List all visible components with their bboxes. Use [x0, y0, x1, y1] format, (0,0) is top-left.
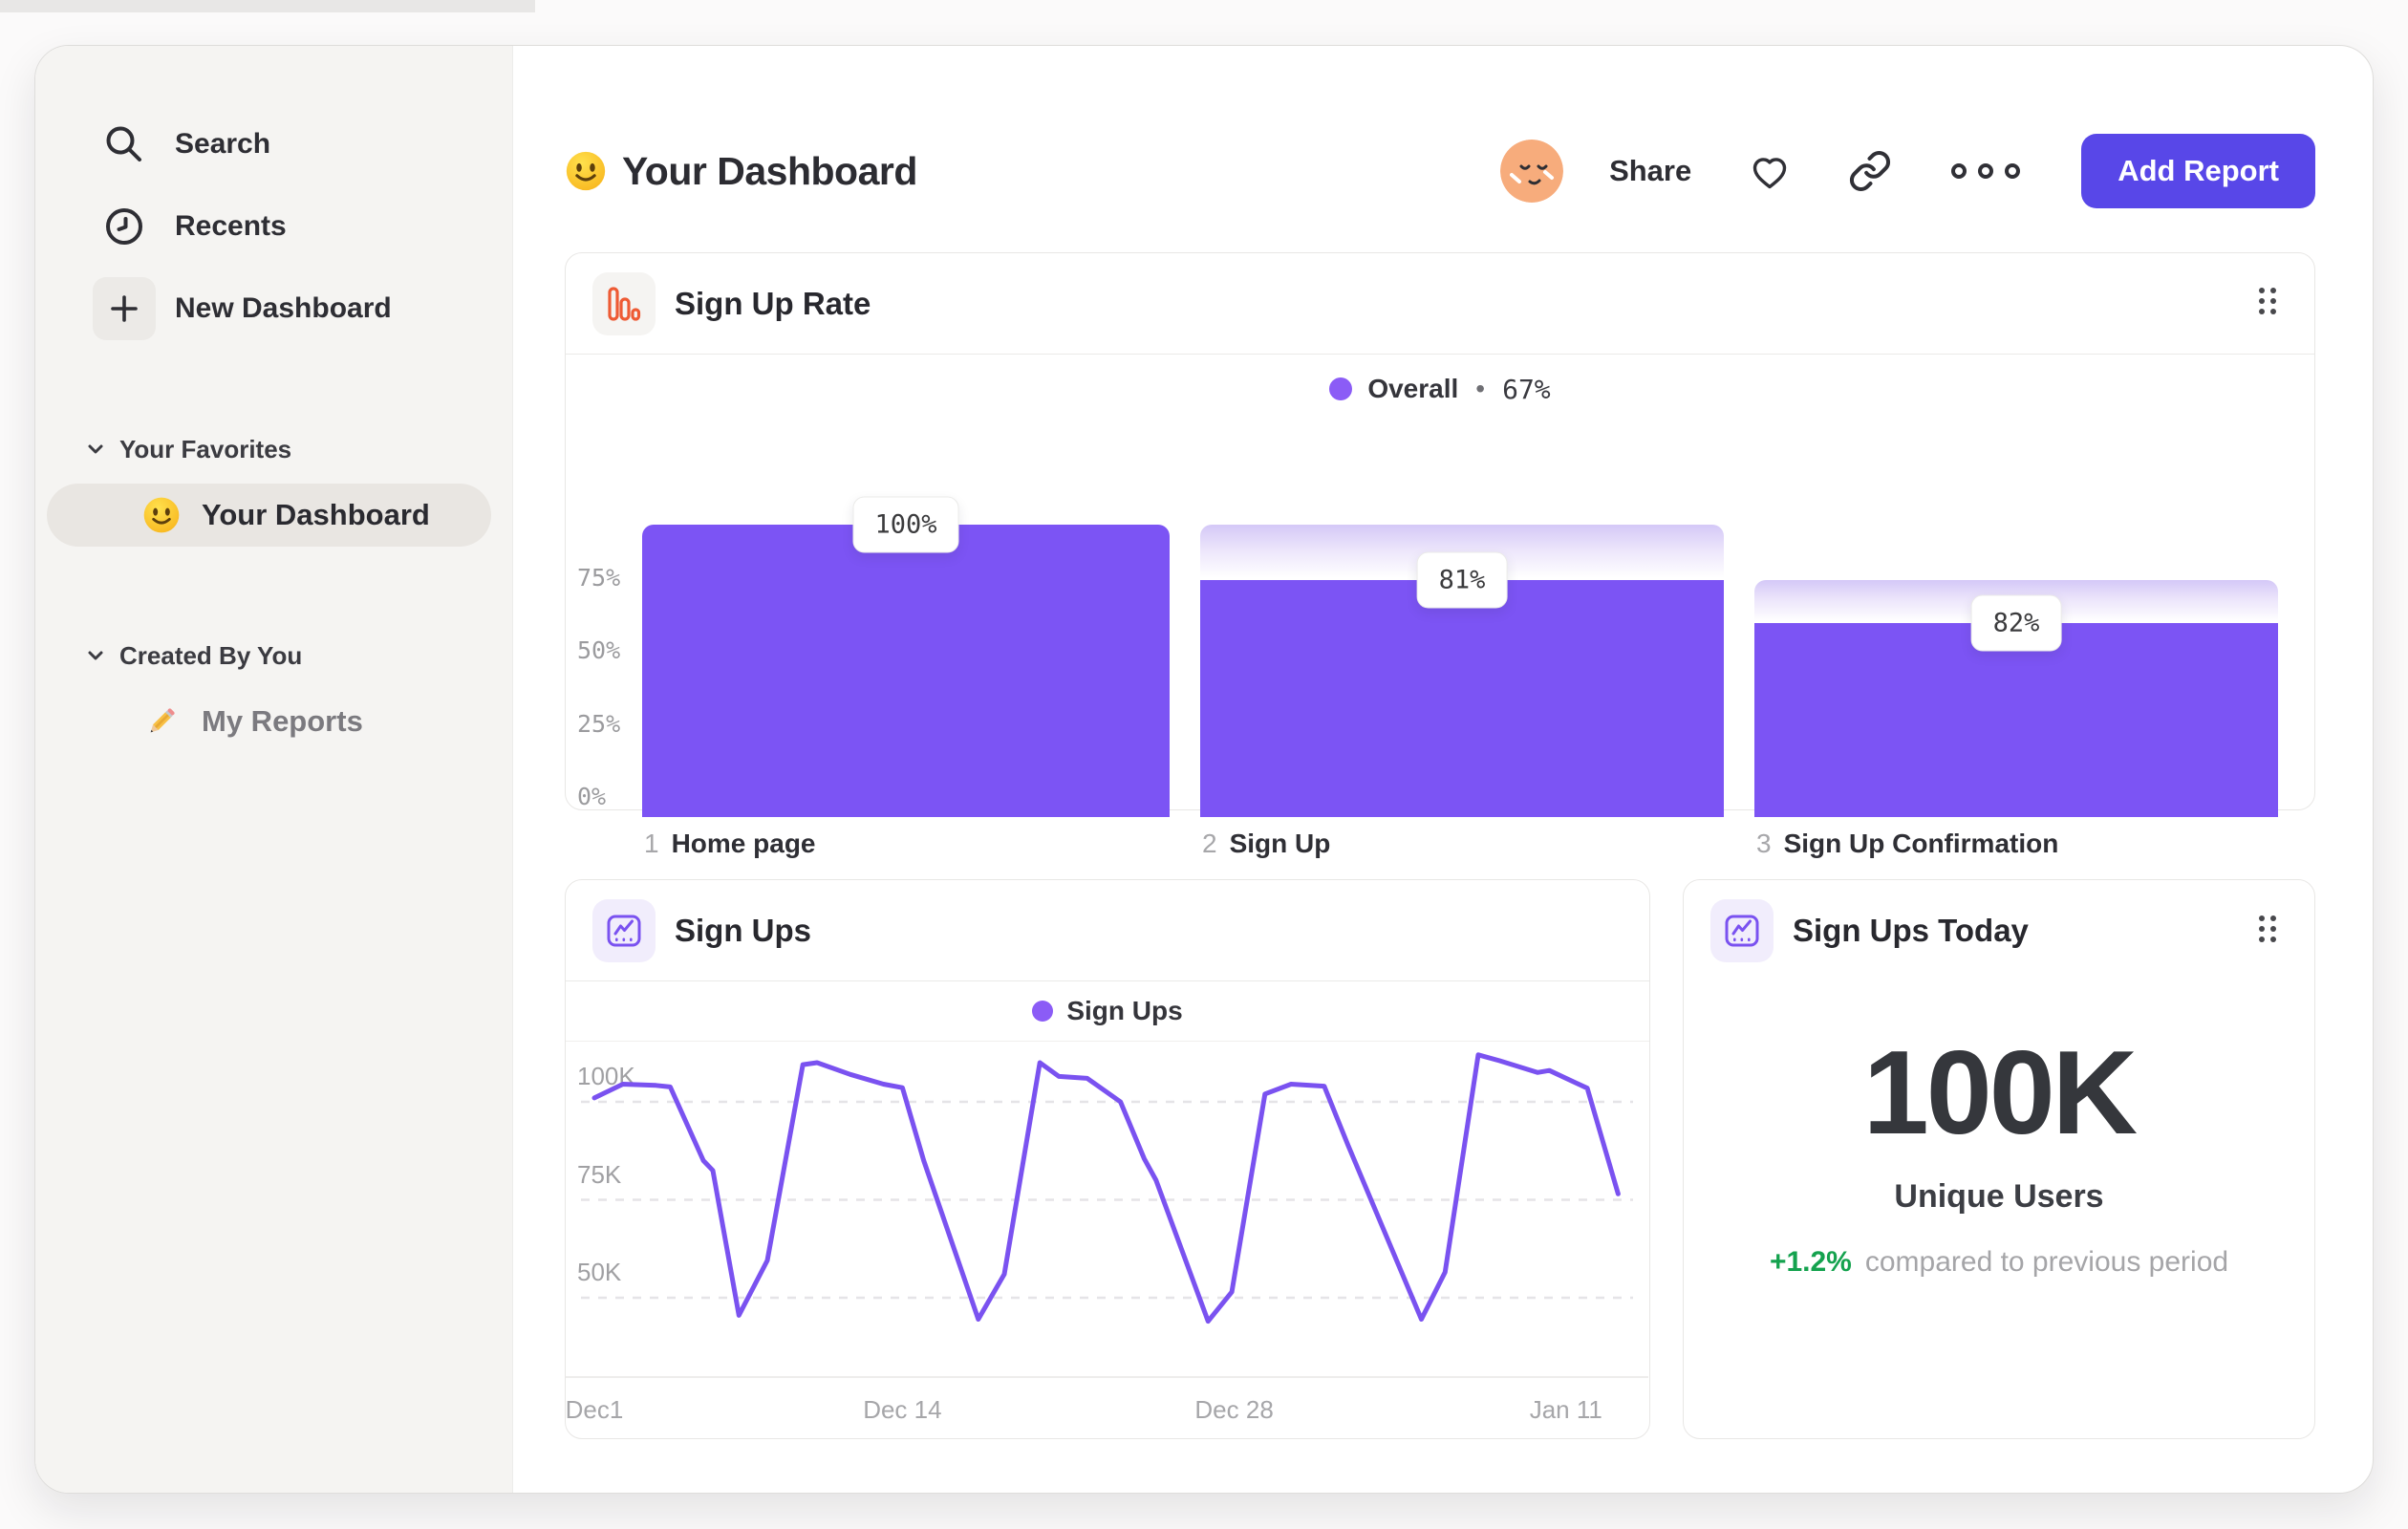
chevron-down-icon: [88, 444, 103, 454]
line-legend[interactable]: Sign Ups: [566, 981, 1649, 1042]
funnel-plot: 75% 50% 25% 0% 100% 1 Home page 81% 2 Sign Up 82% 3…: [566, 423, 2314, 858]
line-xtick: Dec 14: [863, 1395, 942, 1424]
legend-series-name: Overall: [1367, 374, 1459, 403]
sidebar-item-label: Recents: [175, 210, 287, 242]
drag-handle-icon[interactable]: [2247, 277, 2288, 330]
step-name: Home page: [671, 829, 816, 858]
funnel-ytick: 75%: [577, 563, 621, 592]
funnel-step-label: 1 Home page: [644, 829, 816, 859]
sidebar-item-label: Search: [175, 128, 271, 160]
sidebar-item-new-dashboard[interactable]: New Dashboard: [35, 277, 512, 340]
sidebar-item-label: Your Dashboard: [202, 498, 430, 531]
smiley-emoji-icon: [565, 150, 607, 192]
legend-value: 67%: [1502, 373, 1551, 405]
sidebar-item-your-dashboard[interactable]: Your Dashboard: [47, 484, 491, 547]
share-button[interactable]: Share: [1609, 154, 1691, 188]
funnel-ytick: 25%: [577, 709, 621, 738]
legend-dot: [1329, 377, 1353, 400]
funnel-value-badge: 82%: [1970, 594, 2062, 652]
favorites-section-header[interactable]: Your Favorites: [35, 428, 512, 470]
main-content: Your Dashboard Share Add Report Sign Up …: [513, 46, 2373, 1493]
sign-ups-today-card: Sign Ups Today 100K Unique Users +1.2% c…: [1683, 879, 2315, 1439]
funnel-ytick: 0%: [577, 783, 607, 810]
section-label: Created By You: [119, 640, 303, 670]
funnel-step-label: 3 Sign Up Confirmation: [1756, 829, 2058, 859]
funnel-value-badge: 100%: [852, 496, 959, 553]
step-number: 2: [1202, 829, 1217, 858]
funnel-chart-icon: [592, 271, 656, 335]
top-left-strip: [0, 0, 535, 12]
favorites-section: Your Favorites Your Dashboard: [35, 428, 512, 547]
funnel-legend[interactable]: Overall • 67%: [566, 355, 2314, 423]
metric-value: 100K: [1862, 1027, 2138, 1159]
page-header: Your Dashboard Share Add Report: [565, 134, 2315, 208]
sign-up-rate-card: Sign Up Rate Overall • 67% 75% 50% 25% 0…: [565, 252, 2315, 858]
step-name: Sign Up: [1229, 829, 1331, 858]
line-plot[interactable]: 100K 75K 50K Dec1 Dec 14 Dec 28 Jan 11: [566, 1042, 1649, 1438]
sign-ups-series-line[interactable]: [591, 1052, 1621, 1324]
plus-icon: [93, 277, 156, 340]
funnel-bar-2[interactable]: [1200, 580, 1724, 817]
step-name: Sign Up Confirmation: [1783, 829, 2059, 858]
legend-separator: •: [1475, 374, 1486, 403]
line-xtick: Dec1: [565, 1395, 624, 1424]
line-chart-icon: [1710, 899, 1774, 962]
line-chart-icon: [592, 898, 656, 962]
metric-delta-note: compared to previous period: [1864, 1246, 2229, 1279]
funnel-bar-3[interactable]: [1754, 622, 2278, 817]
search-icon: [93, 113, 156, 176]
drag-handle-icon[interactable]: [2247, 905, 2288, 958]
sidebar: Search Recents New Dashboard Your Favori…: [35, 46, 513, 1493]
clock-icon: [93, 195, 156, 258]
sign-ups-card: Sign Ups Sign Ups 100K 75K 50K Dec1 Dec 14 De…: [565, 879, 1650, 1439]
app-window: Search Recents New Dashboard Your Favori…: [34, 45, 2374, 1494]
sidebar-item-search[interactable]: Search: [35, 113, 512, 176]
favorite-heart-icon[interactable]: [1747, 148, 1793, 194]
section-label: Your Favorites: [119, 434, 292, 463]
legend-dot: [1032, 1001, 1054, 1022]
pencil-emoji-icon: [142, 702, 181, 741]
legend-series-name: Sign Ups: [1066, 996, 1183, 1025]
copy-link-icon[interactable]: [1848, 149, 1892, 193]
card-title: Sign Up Rate: [675, 285, 871, 321]
sidebar-item-my-reports[interactable]: My Reports: [47, 690, 491, 753]
sign-ups-line-svg: [566, 1052, 1648, 1378]
funnel-step-label: 2 Sign Up: [1202, 829, 1330, 859]
sidebar-item-label: New Dashboard: [175, 292, 392, 324]
sidebar-item-recents[interactable]: Recents: [35, 195, 512, 258]
funnel-ytick: 50%: [577, 636, 621, 664]
smiley-emoji-icon: [142, 496, 181, 534]
chevron-down-icon: [88, 651, 103, 660]
step-number: 1: [644, 829, 659, 858]
line-xtick: Jan 11: [1529, 1395, 1602, 1424]
line-xtick: Dec 28: [1194, 1395, 1274, 1424]
add-report-button[interactable]: Add Report: [2081, 134, 2315, 208]
sidebar-item-label: My Reports: [202, 704, 363, 738]
metric-delta: +1.2%: [1769, 1246, 1852, 1279]
funnel-value-badge: 81%: [1416, 551, 1508, 609]
metric-label: Unique Users: [1894, 1178, 2104, 1216]
funnel-bar-1[interactable]: [642, 525, 1170, 817]
metric-body: 100K Unique Users +1.2% compared to prev…: [1684, 981, 2314, 1279]
created-by-you-section-header[interactable]: Created By You: [35, 635, 512, 677]
more-ellipsis-icon[interactable]: [1947, 160, 2024, 183]
card-title: Sign Ups: [675, 912, 812, 948]
step-number: 3: [1756, 829, 1772, 858]
card-title: Sign Ups Today: [1793, 913, 2029, 948]
page-title: Your Dashboard: [622, 148, 917, 193]
created-by-you-section: Created By You My Reports: [35, 635, 512, 753]
user-avatar[interactable]: [1500, 140, 1564, 203]
